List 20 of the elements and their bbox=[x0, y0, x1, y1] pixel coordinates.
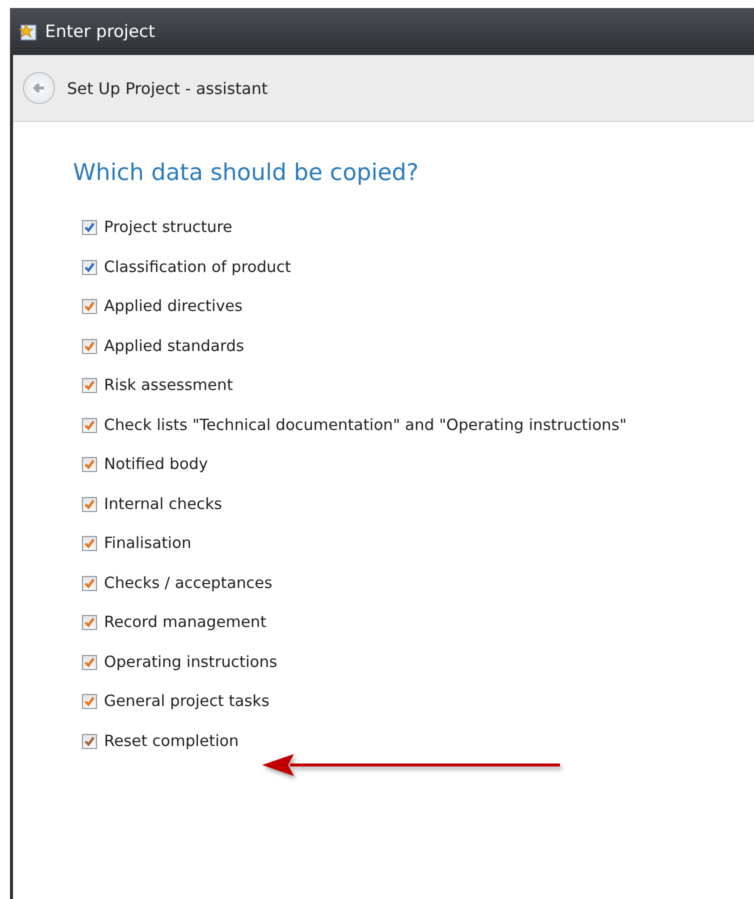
option-label: Internal checks bbox=[104, 494, 222, 514]
back-arrow-icon bbox=[31, 80, 47, 96]
option-label: Project structure bbox=[104, 217, 232, 238]
option-label: Record management bbox=[104, 612, 266, 633]
option-label: Notified body bbox=[104, 454, 208, 475]
option-label: Operating instructions bbox=[104, 652, 278, 672]
wizard-title: Set Up Project - assistant bbox=[67, 78, 268, 98]
back-button[interactable] bbox=[23, 72, 55, 104]
option-label: General project tasks bbox=[104, 691, 270, 712]
option-label: Risk assessment bbox=[104, 375, 233, 396]
option-label: Reset completion bbox=[104, 730, 239, 752]
option-label: Finalisation bbox=[104, 533, 192, 554]
option-label: Applied directives bbox=[104, 296, 243, 317]
section-heading: Which data should be copied? bbox=[73, 160, 420, 186]
window-title: Enter project bbox=[45, 22, 156, 42]
option-label: Checks / acceptances bbox=[104, 572, 272, 594]
option-label: Applied standards bbox=[104, 336, 244, 356]
option-label: Check lists "Technical documentation" and "Operating instructions" bbox=[104, 414, 627, 436]
app-icon bbox=[18, 22, 38, 42]
option-label: Classification of product bbox=[104, 256, 291, 278]
